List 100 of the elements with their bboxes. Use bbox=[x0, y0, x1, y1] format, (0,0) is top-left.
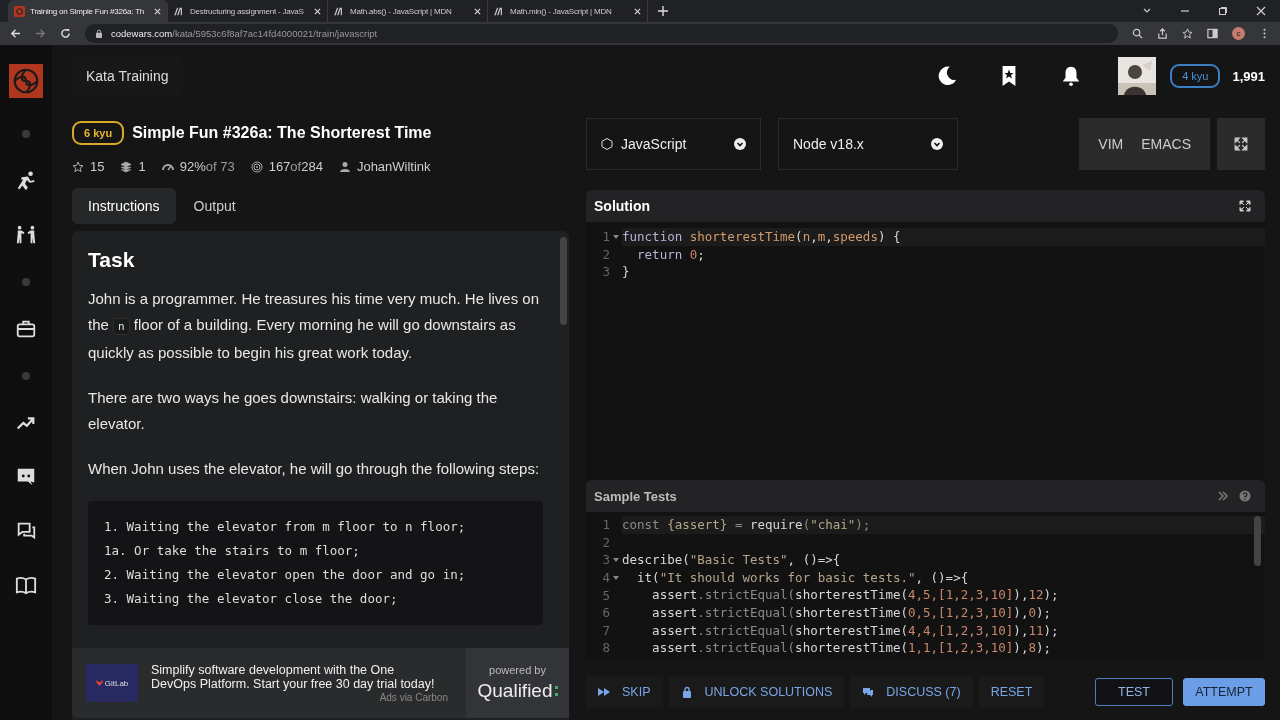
code-line: 2. Waiting the elevator open the door and go in; bbox=[104, 566, 467, 584]
code-line: 1a. Or take the stairs to m floor; bbox=[104, 542, 361, 560]
runner-icon[interactable] bbox=[15, 170, 37, 192]
code-line: } bbox=[622, 263, 631, 281]
fold-icon[interactable] bbox=[613, 574, 619, 581]
layers-icon bbox=[120, 160, 133, 173]
chevron-down-icon bbox=[931, 138, 943, 150]
nav-dot-icon bbox=[22, 372, 30, 380]
kata-title: Simple Fun #326a: The Shorterest Time bbox=[132, 124, 432, 142]
chevron-down-icon bbox=[734, 138, 746, 150]
line-number: 2 bbox=[601, 246, 610, 262]
code-line: return 0; bbox=[636, 245, 706, 264]
new-tab-icon[interactable] bbox=[658, 6, 668, 16]
line-number: 8 bbox=[601, 640, 610, 656]
reload-icon[interactable] bbox=[60, 28, 71, 39]
honor-score: 1,991 bbox=[1232, 68, 1265, 84]
close-icon[interactable] bbox=[314, 7, 321, 15]
close-icon[interactable] bbox=[154, 7, 161, 15]
address-field[interactable]: codewars.com/kata/5953c6f8af7ac14fd4000021/train/javascript bbox=[85, 24, 1118, 43]
stat-value: 1 bbox=[138, 159, 146, 174]
share-icon[interactable] bbox=[1157, 28, 1168, 39]
fox-icon bbox=[95, 680, 103, 686]
close-icon[interactable] bbox=[634, 7, 641, 15]
briefcase-icon[interactable] bbox=[15, 318, 37, 340]
user-icon bbox=[338, 160, 351, 173]
book-icon[interactable] bbox=[15, 574, 37, 596]
zoom-icon[interactable] bbox=[1132, 28, 1143, 39]
sidebar-icon[interactable] bbox=[1207, 28, 1218, 39]
action-button[interactable]: DISCUSS (7) bbox=[850, 676, 973, 708]
line-number: 1 bbox=[601, 517, 610, 533]
lock-icon bbox=[680, 686, 693, 698]
close-icon[interactable] bbox=[1256, 6, 1266, 16]
fullscreen-button[interactable] bbox=[1217, 118, 1265, 170]
bookmark-star-icon[interactable] bbox=[1182, 28, 1193, 39]
action-button[interactable]: SKIP bbox=[586, 676, 663, 708]
runtime-dropdown[interactable]: Node v18.x bbox=[778, 118, 958, 170]
line-number: 3 bbox=[601, 552, 610, 568]
nodejs-hexagon-icon bbox=[601, 138, 613, 150]
ad-text[interactable]: Simplify software development with the One DevOps Platform. Start your free 30 day trial today! bbox=[151, 663, 441, 691]
line-number: 3 bbox=[601, 264, 610, 280]
moon-icon[interactable] bbox=[936, 65, 959, 87]
run-button[interactable]: ATTEMPT bbox=[1183, 678, 1265, 706]
code-line: 3. Waiting the elevator close the door; bbox=[104, 590, 399, 608]
line-number: 6 bbox=[601, 605, 610, 621]
stat-value: 167of284 bbox=[268, 159, 323, 174]
rank-badge: 4 kyu bbox=[1170, 64, 1221, 88]
code-line: assert.strictEqual(shorterestTime(1,1,[1,2,3,10]),8); bbox=[651, 639, 1052, 657]
code-line: assert.strictEqual(shorterestTime(0,5,[1,2,3,10]),0); bbox=[651, 603, 1052, 622]
qualified-logo[interactable]: Qualified bbox=[477, 680, 558, 702]
lock-icon bbox=[95, 29, 103, 38]
browser-tab[interactable]: Training on Simple Fun #326a: Th bbox=[8, 0, 168, 22]
code-line: assert.strictEqual(shorterestTime(4,5,[1,2,3,10]),12); bbox=[651, 586, 1060, 604]
line-number: 1 bbox=[601, 229, 610, 245]
forward-icon[interactable] bbox=[35, 28, 46, 39]
powered-by-label: powered by bbox=[489, 664, 546, 676]
code-line: describe("Basic Tests", ()=>{ bbox=[622, 551, 842, 569]
stat-value: 15 bbox=[90, 159, 105, 174]
codewars-favicon-icon bbox=[14, 5, 25, 17]
panel-tab[interactable]: Output bbox=[177, 188, 252, 224]
fullscreen-icon[interactable] bbox=[1239, 200, 1251, 212]
gitlab-logo: GitLab bbox=[86, 664, 138, 702]
scrollbar-thumb[interactable] bbox=[560, 237, 567, 325]
back-icon[interactable] bbox=[10, 28, 21, 39]
help-icon[interactable] bbox=[1239, 490, 1251, 502]
codewars-logo-icon[interactable] bbox=[9, 64, 43, 98]
language-dropdown[interactable]: JavaScript bbox=[586, 118, 761, 170]
nav-dot-icon bbox=[22, 130, 30, 138]
ad-source[interactable]: Ads via Carbon bbox=[379, 692, 448, 703]
editor-mode-button[interactable]: EMACS bbox=[1132, 118, 1200, 170]
fold-icon[interactable] bbox=[613, 233, 619, 240]
code-line: 1. Waiting the elevator from m floor to n floor; bbox=[104, 518, 467, 536]
stat-value: JohanWiltink bbox=[356, 159, 431, 174]
fold-icon[interactable] bbox=[613, 557, 619, 563]
chat-icon bbox=[862, 686, 875, 698]
chat-icon[interactable] bbox=[15, 520, 37, 542]
action-button[interactable]: RESET bbox=[978, 676, 1045, 708]
close-icon[interactable] bbox=[474, 7, 481, 15]
instructions-paragraph: There are two ways he goes downstairs: walking or taking the elevator. bbox=[88, 388, 499, 434]
run-button[interactable]: TEST bbox=[1095, 678, 1173, 706]
double-chevron-icon[interactable] bbox=[1217, 490, 1229, 502]
editor-title: Sample Tests bbox=[594, 488, 677, 504]
scrollbar-thumb[interactable] bbox=[1254, 516, 1261, 566]
fast-forward-icon bbox=[598, 686, 610, 698]
target-icon bbox=[250, 160, 263, 173]
profile-button[interactable]: c bbox=[1232, 27, 1245, 40]
stat-value: 92%of 73 bbox=[179, 159, 235, 174]
star-icon bbox=[72, 160, 84, 173]
instructions-heading: Task bbox=[88, 248, 136, 272]
editor-title: Solution bbox=[594, 198, 650, 214]
panel-tab[interactable]: Instructions bbox=[72, 188, 176, 224]
line-number: 7 bbox=[601, 622, 610, 638]
instructions-paragraph: John is a programmer. He treasures his time very much. He lives on the n floor of a building. Every morning he will go downstairs as quickly as possible to begin his great work today. bbox=[88, 289, 540, 363]
ad-banner[interactable]: GitLab Simplify software development with the One DevOps Platform. Start your free 30 day trial today! Ads via Carbon powered by Qualified bbox=[72, 648, 569, 718]
mdn-favicon-icon bbox=[494, 5, 505, 17]
editor-mode-button[interactable]: VIM bbox=[1089, 118, 1133, 170]
dots-icon bbox=[554, 684, 558, 698]
restore-icon[interactable] bbox=[1218, 6, 1228, 16]
code-line: it("It should works for basic tests.", ()=>{ bbox=[636, 568, 970, 587]
action-button[interactable]: UNLOCK SOLUTIONS bbox=[668, 676, 845, 708]
fighters-icon[interactable] bbox=[15, 224, 37, 246]
